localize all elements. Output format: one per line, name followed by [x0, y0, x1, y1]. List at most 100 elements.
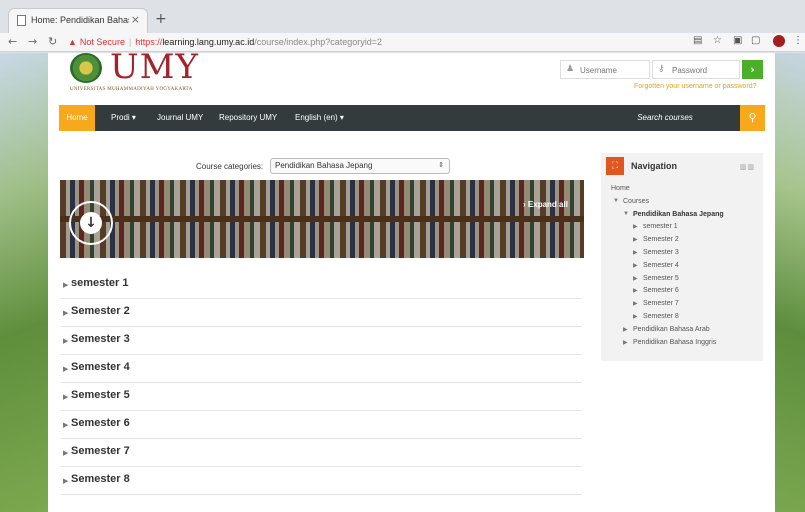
download-circle-icon[interactable]: ↓	[69, 201, 113, 245]
tree-item-label[interactable]: Semester 7	[643, 300, 679, 307]
tree-item-home[interactable]: Home	[611, 185, 761, 198]
umy-logo-icon[interactable]	[70, 53, 102, 83]
extension-icon[interactable]: ▢	[751, 35, 760, 46]
tree-item-pendidikan-bahasa-jepang[interactable]: ▼ Pendidikan Bahasa Jepang	[611, 211, 761, 224]
dock-block-icon[interactable]: ▥▥	[740, 163, 755, 171]
collapse-triangle-icon[interactable]: ▼	[613, 198, 619, 204]
tree-item-label[interactable]: Pendidikan Bahasa Inggris	[633, 339, 716, 346]
navigation-tree: Home ▼ Courses ▼ Pendidikan Bahasa Jepang …	[611, 185, 761, 351]
browser-tab[interactable]: Home: Pendidikan Bahasa Jep... ×	[8, 8, 148, 33]
expand-triangle-icon: ▶	[63, 393, 69, 401]
tree-item-label[interactable]: Courses	[623, 198, 649, 205]
expand-triangle-icon[interactable]: ▶	[633, 313, 638, 320]
expand-triangle-icon[interactable]: ▶	[633, 249, 638, 256]
list-item[interactable]: ▶ Semester 2	[61, 299, 582, 327]
nav-home[interactable]: Home	[59, 105, 95, 131]
tree-item-label[interactable]: Semester 6	[643, 287, 679, 294]
list-item[interactable]: ▶ Semester 7	[61, 439, 582, 467]
tree-item-label[interactable]: Semester 4	[643, 262, 679, 269]
tree-item-label[interactable]: Semester 8	[643, 313, 679, 320]
list-item[interactable]: ▶ Semester 3	[61, 327, 582, 355]
menu-icon[interactable]: ⋮	[793, 35, 803, 46]
username-input[interactable]	[580, 64, 646, 76]
tree-item-semester[interactable]: ▶ Semester 2	[611, 236, 761, 249]
translate-icon[interactable]: ▤	[693, 35, 702, 46]
list-item[interactable]: ▶ Semester 5	[61, 383, 582, 411]
tab-title: Home: Pendidikan Bahasa Jep...	[31, 15, 129, 25]
logo-text[interactable]: UMY	[110, 53, 199, 87]
expand-triangle-icon[interactable]: ▶	[623, 326, 628, 333]
page-icon	[17, 15, 26, 26]
list-item[interactable]: ▶ Semester 8	[61, 467, 582, 495]
tree-item-courses[interactable]: ▼ Courses	[611, 198, 761, 211]
navigation-block: ⛶ Navigation ▥▥ Home ▼ Courses ▼ Pendidika…	[601, 153, 763, 361]
tree-item-semester[interactable]: ▶ Semester 5	[611, 275, 761, 288]
expand-triangle-icon[interactable]: ▶	[633, 287, 638, 294]
tree-item-semester[interactable]: ▶ Semester 3	[611, 249, 761, 262]
bookmark-star-icon[interactable]: ☆	[713, 35, 722, 46]
semester-label[interactable]: Semester 6	[71, 417, 130, 429]
tree-item-label[interactable]: Semester 3	[643, 249, 679, 256]
back-icon[interactable]: ←	[8, 35, 17, 48]
tree-item-semester[interactable]: ▶ Semester 4	[611, 262, 761, 275]
semester-label[interactable]: Semester 4	[71, 361, 130, 373]
semester-label[interactable]: Semester 5	[71, 389, 130, 401]
password-field-wrapper: ⚷	[652, 60, 740, 79]
background-image-left	[0, 53, 48, 512]
semester-label[interactable]: Semester 2	[71, 305, 130, 317]
tree-item-semester[interactable]: ▶ Semester 6	[611, 287, 761, 300]
tree-item-label[interactable]: Pendidikan Bahasa Jepang	[633, 211, 724, 218]
expand-triangle-icon[interactable]: ▶	[633, 236, 638, 243]
expand-triangle-icon[interactable]: ▶	[633, 223, 638, 230]
nav-journal-umy[interactable]: Journal UMY	[157, 105, 203, 131]
expand-triangle-icon[interactable]: ▶	[623, 339, 628, 346]
tree-item-label[interactable]: Semester 2	[643, 236, 679, 243]
search-courses-input[interactable]: Search courses	[592, 105, 738, 131]
semester-label[interactable]: Semester 8	[71, 473, 130, 485]
list-item[interactable]: ▶ semester 1	[61, 271, 582, 299]
tree-item-pendidikan-bahasa-inggris[interactable]: ▶ Pendidikan Bahasa Inggris	[611, 339, 761, 352]
semester-list: ▶ semester 1 ▶ Semester 2 ▶ Semester 3 ▶ Sem…	[61, 271, 582, 495]
expand-triangle-icon[interactable]: ▶	[633, 300, 638, 307]
url-host: learning.lang.umy.ac.id	[162, 37, 255, 47]
banner-overlay	[60, 180, 584, 258]
login-button[interactable]: ›	[742, 60, 763, 79]
new-tab-button[interactable]: +	[155, 11, 167, 27]
course-categories-select[interactable]: Pendidikan Bahasa Jepang ⇕	[270, 158, 450, 174]
semester-label[interactable]: semester 1	[71, 277, 129, 289]
tree-item-label[interactable]: Semester 5	[643, 275, 679, 282]
tree-item-pendidikan-bahasa-arab[interactable]: ▶ Pendidikan Bahasa Arab	[611, 326, 761, 339]
tree-item-semester[interactable]: ▶ semester 1	[611, 223, 761, 236]
list-item[interactable]: ▶ Semester 6	[61, 411, 582, 439]
password-input[interactable]	[672, 64, 738, 76]
tab-close-icon[interactable]: ×	[131, 13, 140, 26]
tree-item-label[interactable]: Pendidikan Bahasa Arab	[633, 326, 710, 333]
expand-triangle-icon[interactable]: ▶	[633, 275, 638, 282]
list-item[interactable]: ▶ Semester 4	[61, 355, 582, 383]
expand-triangle-icon[interactable]: ▶	[633, 262, 638, 269]
semester-label[interactable]: Semester 3	[71, 333, 130, 345]
warning-icon: ▲	[68, 37, 77, 47]
bookshelf-banner: ↓ › Expand all	[60, 180, 584, 258]
tree-item-label[interactable]: Home	[611, 185, 630, 192]
semester-label[interactable]: Semester 7	[71, 445, 130, 457]
navigation-header: ⛶ Navigation ▥▥	[601, 153, 763, 181]
nav-language-dropdown[interactable]: English (en) ▾	[295, 105, 344, 131]
expand-all-link[interactable]: › Expand all	[523, 200, 568, 209]
expand-triangle-icon: ▶	[63, 337, 69, 345]
sitemap-icon: ⛶	[606, 157, 624, 175]
search-icon: ⚲	[748, 111, 757, 124]
url-field[interactable]: ▲ Not Secure | https://learning.lang.umy.ac…	[68, 35, 688, 50]
collapse-triangle-icon[interactable]: ▼	[623, 211, 629, 217]
tree-item-semester[interactable]: ▶ Semester 7	[611, 300, 761, 313]
tree-item-label[interactable]: semester 1	[643, 223, 678, 230]
expand-triangle-icon: ▶	[63, 365, 69, 373]
cast-icon[interactable]: ▣	[733, 35, 742, 46]
tree-item-semester[interactable]: ▶ Semester 8	[611, 313, 761, 326]
reload-icon[interactable]: ↻	[48, 35, 57, 48]
forgot-password-link[interactable]: Forgotten your username or password?	[634, 83, 757, 90]
forward-icon[interactable]: →	[28, 35, 37, 48]
nav-repository-umy[interactable]: Repository UMY	[219, 105, 277, 131]
nav-prodi-dropdown[interactable]: Prodi ▾	[111, 105, 136, 131]
search-button[interactable]: ⚲	[740, 105, 765, 131]
